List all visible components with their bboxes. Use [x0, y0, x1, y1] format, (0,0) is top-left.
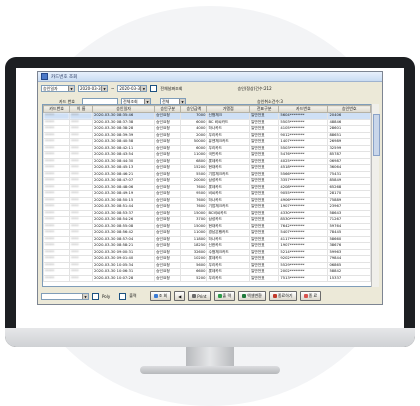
column-header[interactable]: 가맹점 — [206, 105, 250, 113]
table-cell: 2020-03-30 10:07:28 — [92, 274, 156, 282]
column-header[interactable]: 승인일자 — [92, 105, 156, 113]
exit-button[interactable]: 종 료 — [299, 291, 322, 301]
printer-icon — [192, 294, 197, 298]
chevron-down-icon: ▼ — [101, 86, 107, 91]
column-header[interactable]: 카드번호 — [43, 105, 71, 113]
chevron-down-icon: ▼ — [82, 293, 88, 299]
excel-icon — [242, 294, 247, 298]
column-header[interactable]: 승인금액 — [180, 105, 208, 113]
print-button[interactable]: Print — [188, 291, 211, 301]
output-checkbox[interactable] — [119, 292, 127, 300]
search-icon — [153, 294, 158, 298]
monitor-stand-base — [140, 366, 280, 374]
window-title: 카드번호 조회 — [51, 74, 78, 80]
approval-count: 승인(정상)건수:212 — [237, 85, 272, 91]
close-icon — [272, 294, 277, 298]
poly-checkbox[interactable] — [92, 292, 99, 300]
chevron-down-icon: ▼ — [68, 86, 74, 91]
date-type-select[interactable]: 승인일자 ▼ — [41, 85, 75, 92]
all-date-label: 전체날짜조회 — [160, 85, 183, 91]
search-button[interactable]: 조 회 — [149, 291, 172, 301]
bottom-toolbar: ▼ Poly 출력 조 회 ◀ Print 출 력 엑셀변환 종료하기 종 료 — [41, 290, 379, 302]
table-cell: 5200 — [180, 274, 208, 282]
table-body: ***** **** 2020-03-30 08:35:46 승인요청 7000 신협체크… — [43, 112, 371, 282]
table-cell: 우리카드 — [206, 274, 250, 282]
card-lookup-window: 카드번호 조회 승인일자 ▼ 2020-03-30 ▼ ~ 2020-03-31… — [37, 71, 383, 305]
approval-table: 카드번호 이 름 승인일자 승인구분 승인금액 가맹점 전표구분 카드번호 승인번호 *****… — [42, 104, 372, 287]
monitor-chin — [5, 328, 415, 347]
app-icon — [41, 73, 48, 80]
document-icon — [217, 294, 222, 298]
table-cell: ***** — [43, 274, 71, 282]
vertical-scrollbar[interactable] — [371, 104, 380, 287]
table-cell: **** — [69, 274, 94, 282]
window-titlebar: 카드번호 조회 — [38, 72, 382, 82]
output-button[interactable]: 출 력 — [213, 291, 236, 301]
table-cell: 승인요청 — [154, 274, 182, 282]
scrollbar-thumb[interactable] — [373, 114, 380, 156]
table-header-row: 카드번호 이 름 승인일자 승인구분 승인금액 가맹점 전표구분 카드번호 승인번호 — [43, 105, 371, 113]
table-cell: 7513******** — [278, 274, 329, 282]
table-cell: 일반전표 — [248, 274, 280, 282]
column-header[interactable]: 이 름 — [69, 105, 94, 113]
column-header[interactable]: 카드번호 — [278, 105, 329, 113]
chevron-down-icon: ▼ — [140, 86, 147, 91]
exit-icon — [303, 294, 308, 298]
column-header[interactable]: 승인구분 — [154, 105, 182, 113]
filter-row-1: 승인일자 ▼ 2020-03-30 ▼ ~ 2020-03-31 ▼ 전체날짜조… — [41, 85, 272, 92]
column-header[interactable]: 승인번호 — [327, 105, 371, 113]
prev-button[interactable]: ◀ — [174, 291, 186, 301]
all-date-checkbox[interactable] — [150, 85, 158, 92]
table-cell: 15337 — [327, 274, 371, 282]
table-row[interactable]: ***** **** 2020-03-30 10:07:28 승인요청 5200 우리카드… — [43, 274, 371, 282]
bottom-select[interactable]: ▼ — [41, 292, 89, 300]
date-to-field[interactable]: 2020-03-31 ▼ — [117, 85, 148, 92]
date-from-field[interactable]: 2020-03-30 ▼ — [78, 85, 108, 92]
excel-export-button[interactable]: 엑셀변환 — [238, 291, 266, 301]
close-window-button[interactable]: 종료하기 — [268, 291, 297, 301]
column-header[interactable]: 전표구분 — [248, 105, 280, 113]
